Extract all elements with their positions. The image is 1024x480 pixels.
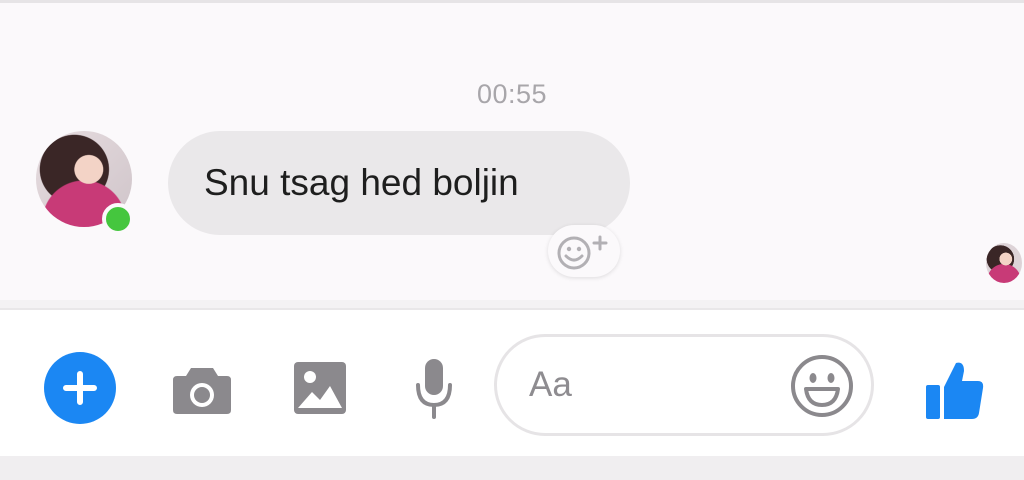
bottom-bar: [0, 456, 1024, 480]
send-like-button[interactable]: [920, 354, 990, 426]
conversation-area[interactable]: 00:55 Snu tsag hed boljin: [0, 0, 1024, 300]
camera-icon: [173, 368, 231, 414]
emoji-button[interactable]: [789, 353, 855, 419]
thumbs-up-icon: [926, 362, 984, 419]
add-more-button[interactable]: [44, 352, 116, 424]
gallery-button[interactable]: [290, 358, 350, 418]
add-reaction-button[interactable]: [548, 225, 620, 277]
camera-button[interactable]: [170, 358, 234, 422]
plus-icon: [63, 371, 97, 405]
message-composer: Aa: [0, 308, 1024, 456]
smiley-icon: [791, 355, 853, 417]
voice-clip-button[interactable]: [408, 354, 460, 424]
online-status-indicator: [102, 203, 134, 235]
message-timestamp: 00:55: [476, 79, 548, 109]
incoming-message-bubble[interactable]: Snu tsag hed boljin: [168, 131, 630, 235]
image-icon: [294, 362, 346, 414]
message-input[interactable]: Aa: [494, 334, 874, 436]
microphone-icon: [416, 359, 452, 419]
messenger-window: 00:55 Snu tsag hed boljin Aa: [0, 0, 1024, 480]
message-text: Snu tsag hed boljin: [204, 162, 519, 203]
seen-receipt-avatar: [986, 243, 1022, 283]
add-reaction-icon: [557, 235, 608, 270]
message-input-placeholder: Aa: [529, 365, 572, 404]
